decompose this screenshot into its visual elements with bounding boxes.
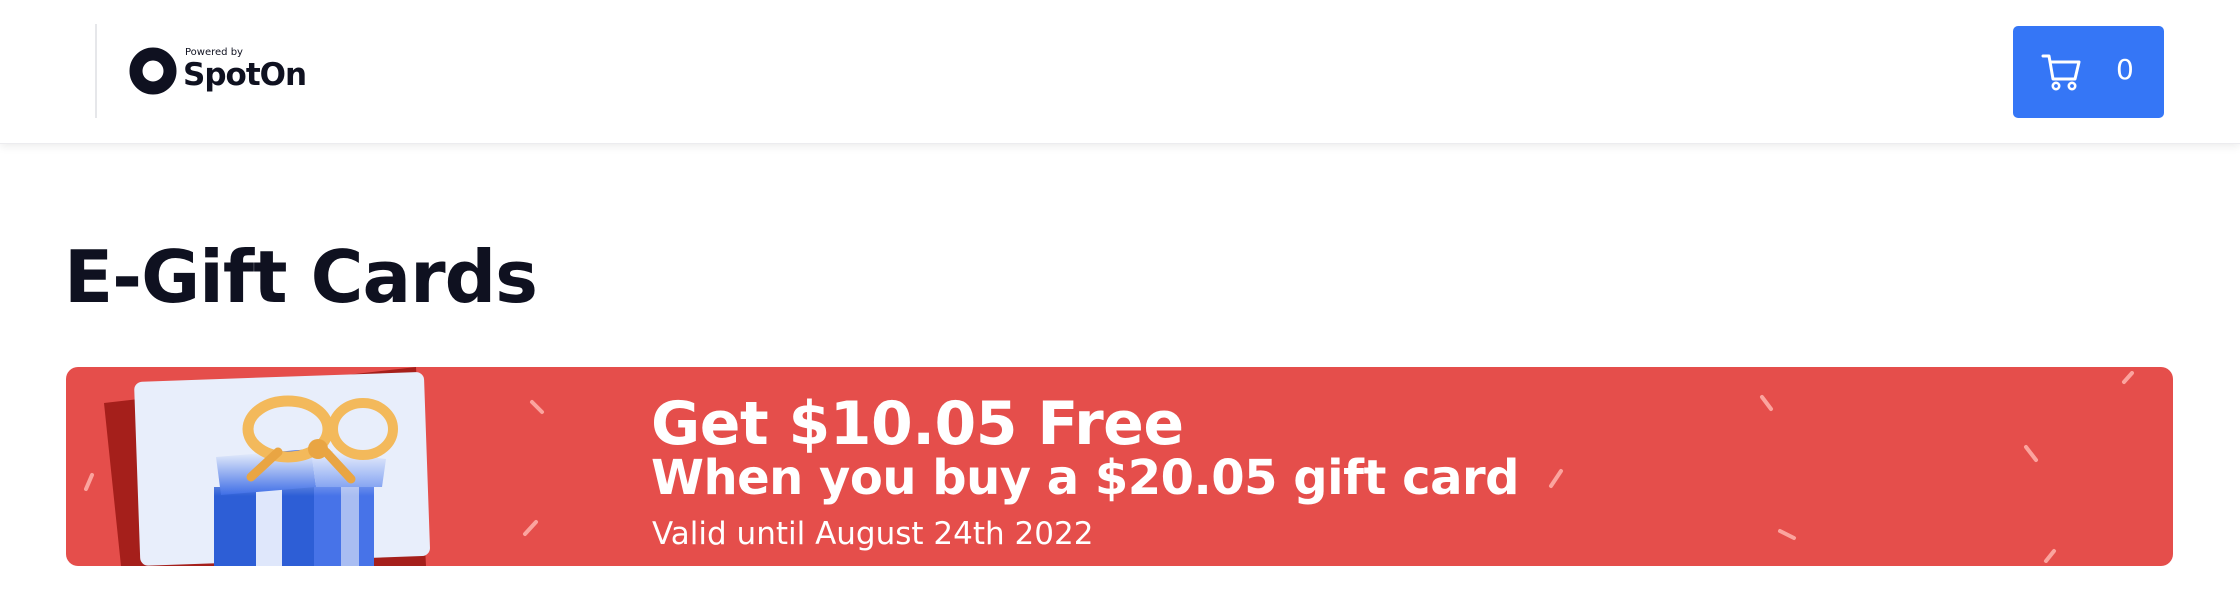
promo-banner[interactable]: Get $10.05 Free When you buy a $20.05 gi… (66, 367, 2173, 566)
promo-subheadline: When you buy a $20.05 gift card (651, 450, 1520, 506)
brand-name: SpotOn (183, 57, 307, 93)
spoton-logo[interactable]: Powered by SpotOn (129, 44, 309, 100)
cart-button[interactable]: 0 (2013, 26, 2164, 118)
cart-count: 0 (2116, 53, 2134, 86)
top-bar: Powered by SpotOn 0 (0, 0, 2240, 144)
cart-icon (2041, 54, 2081, 91)
promo-headline: Get $10.05 Free (651, 389, 1184, 459)
page-title: E-Gift Cards (64, 235, 538, 319)
header-divider (95, 24, 97, 118)
promo-validity: Valid until August 24th 2022 (652, 516, 1094, 552)
spoton-logo-icon (129, 47, 177, 95)
gift-card-illustration (104, 367, 430, 566)
